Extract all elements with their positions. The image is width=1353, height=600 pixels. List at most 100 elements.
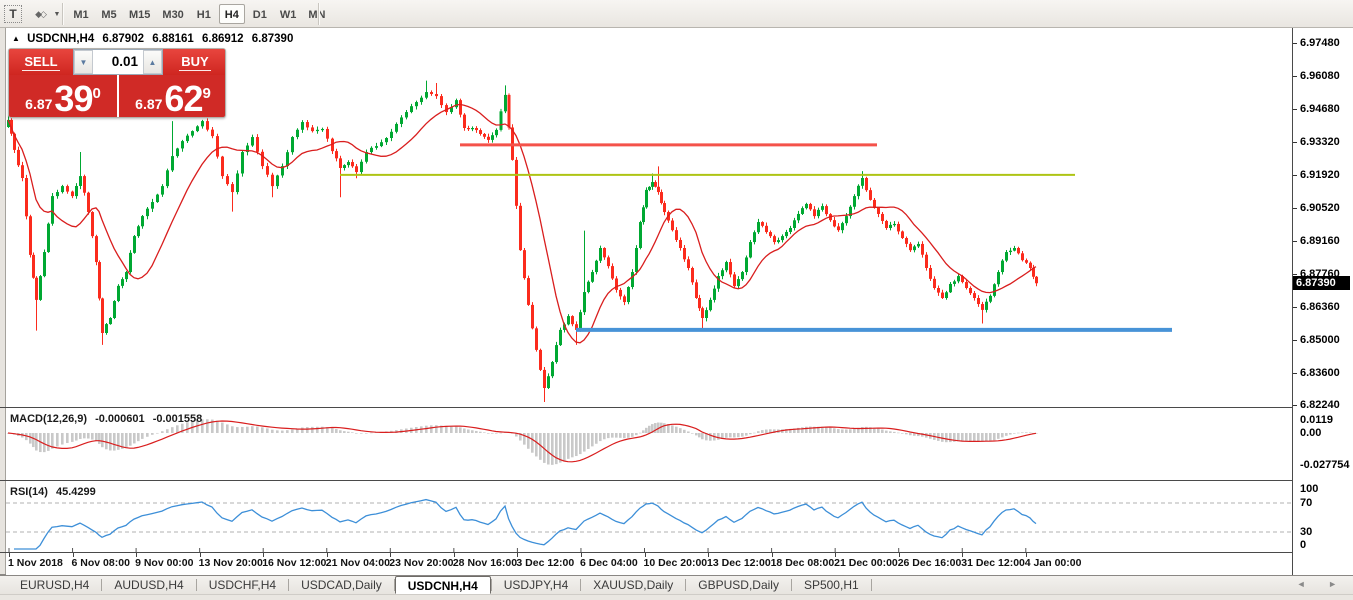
price-tick-mark [1293, 405, 1297, 406]
tool-dropdown-icon[interactable]: ▼ [52, 5, 62, 23]
pane-splitter[interactable] [0, 407, 1353, 408]
tab-usdjpy-h4[interactable]: USDJPY,H4 [492, 576, 580, 594]
tab-usdcad-daily[interactable]: USDCAD,Daily [289, 576, 394, 594]
price-tick-mark [1293, 208, 1297, 209]
text-tool-button[interactable]: T [4, 5, 22, 23]
macd-axis-label: 0.00 [1300, 427, 1321, 439]
timeframe-button-h4[interactable]: H4 [219, 4, 245, 24]
time-tick-label: 10 Dec 20:00 [644, 557, 708, 569]
time-tick-label: 21 Dec 00:00 [834, 557, 898, 569]
volume-decrease-button[interactable]: ▼ [74, 50, 93, 74]
collapse-triangle-icon[interactable]: ▲ [12, 34, 20, 43]
ohlc-low: 6.86912 [202, 33, 244, 45]
rsi-axis-label: 0 [1300, 539, 1306, 551]
time-tick-label: 18 Dec 08:00 [771, 557, 835, 569]
toolbar-separator [62, 3, 64, 25]
timeframe-buttons: M1M5M15M30H1H4D1W1MN [68, 4, 330, 24]
price-tick-mark [1293, 175, 1297, 176]
macd-value-1: -0.000601 [95, 413, 145, 425]
price-tick-mark [1293, 241, 1297, 242]
timeframe-button-m5[interactable]: M5 [96, 4, 122, 24]
price-tick-label: 6.85000 [1300, 334, 1340, 346]
chart-tabs: EURUSD,H4AUDUSD,H4USDCHF,H4USDCAD,DailyU… [0, 575, 1353, 594]
ohlc-close: 6.87390 [252, 33, 294, 45]
sell-button[interactable]: SELL [9, 49, 73, 75]
tab-separator [871, 579, 872, 591]
tab-xauusd-daily[interactable]: XAUUSD,Daily [581, 576, 685, 594]
time-tick-label: 21 Nov 04:00 [326, 557, 390, 569]
time-tick-label: 1 Nov 2018 [8, 557, 63, 569]
volume-increase-button[interactable]: ▲ [143, 50, 162, 74]
time-tick-label: 4 Jan 00:00 [1025, 557, 1082, 569]
timeframe-button-mn[interactable]: MN [303, 4, 330, 24]
sell-price-display[interactable]: 6.87 39 0 [9, 75, 117, 118]
tab-eurusd-h4[interactable]: EURUSD,H4 [8, 576, 101, 594]
price-tick-label: 6.90520 [1300, 202, 1340, 214]
price-tick-label: 6.96080 [1300, 70, 1340, 82]
buy-price-sup: 9 [202, 75, 210, 113]
tab-gbpusd-daily[interactable]: GBPUSD,Daily [686, 576, 791, 594]
price-tick-label: 6.97480 [1300, 37, 1340, 49]
rsi-axis-label: 100 [1300, 483, 1318, 495]
price-tick-mark [1293, 109, 1297, 110]
rsi-pane-canvas[interactable] [6, 482, 1292, 552]
buy-button-label: BUY [179, 54, 210, 71]
mt4-window: T ◆◇ ▼ M1M5M15M30H1H4D1W1MN ▲ USDCNH,H4 … [0, 0, 1353, 600]
time-tick-label: 23 Nov 20:00 [389, 557, 453, 569]
timeframe-button-m30[interactable]: M30 [157, 4, 188, 24]
chart-symbol: USDCNH,H4 [27, 33, 94, 45]
chart-ohlc-header: ▲ USDCNH,H4 6.87902 6.88161 6.86912 6.87… [12, 33, 298, 45]
rsi-label: RSI(14) 45.4299 [10, 486, 101, 498]
time-tick-label: 13 Nov 20:00 [199, 557, 263, 569]
price-tick-mark [1293, 373, 1297, 374]
pane-splitter[interactable] [0, 480, 1353, 481]
price-tick-mark [1293, 76, 1297, 77]
tab-scroll-arrows[interactable]: ◄ ► [1297, 579, 1347, 589]
timeframe-button-h1[interactable]: H1 [191, 4, 217, 24]
price-tick-mark [1293, 274, 1297, 275]
timeframe-button-m15[interactable]: M15 [124, 4, 155, 24]
sell-price-base: 6.87 [25, 93, 52, 115]
rsi-axis-label: 30 [1300, 526, 1312, 538]
crosshair-tool-icon[interactable]: ◆◇ [28, 5, 52, 23]
buy-price-big: 62 [164, 83, 202, 115]
tab-sp500-h1[interactable]: SP500,H1 [792, 576, 871, 594]
time-tick-label: 13 Dec 12:00 [707, 557, 771, 569]
toolbar-separator [318, 3, 320, 25]
buy-price-display[interactable]: 6.87 62 9 [119, 75, 226, 118]
price-tick-label: 6.94680 [1300, 103, 1340, 115]
one-click-trading-widget: SELL ▼ 0.01 ▲ BUY 6.87 39 0 6.87 62 [8, 48, 226, 118]
macd-name: MACD(12,26,9) [10, 413, 87, 425]
time-axis: 1 Nov 20186 Nov 08:009 Nov 00:0013 Nov 2… [6, 553, 1292, 575]
time-tick-label: 16 Nov 12:00 [262, 557, 326, 569]
rsi-name: RSI(14) [10, 486, 48, 498]
macd-axis-label: -0.027754 [1300, 459, 1350, 471]
timeframe-button-w1[interactable]: W1 [275, 4, 302, 24]
rsi-axis-label: 70 [1300, 497, 1312, 509]
sell-price-big: 39 [54, 83, 92, 115]
toolbar: T ◆◇ ▼ M1M5M15M30H1H4D1W1MN [0, 0, 1353, 28]
volume-box: ▼ 0.01 ▲ [73, 49, 163, 75]
price-axis: 6.974806.960806.946806.933206.919206.905… [1293, 28, 1353, 575]
tab-usdcnh-h4[interactable]: USDCNH,H4 [395, 576, 491, 594]
macd-label: MACD(12,26,9) -0.000601 -0.001558 [10, 413, 207, 425]
chart-window: ▲ USDCNH,H4 6.87902 6.88161 6.86912 6.87… [0, 28, 1353, 575]
time-tick-label: 26 Dec 16:00 [898, 557, 962, 569]
tab-audusd-h4[interactable]: AUDUSD,H4 [102, 576, 195, 594]
timeframe-button-m1[interactable]: M1 [68, 4, 94, 24]
price-tick-label: 6.91920 [1300, 169, 1340, 181]
price-tick-mark [1293, 142, 1297, 143]
time-tick-label: 6 Dec 04:00 [580, 557, 638, 569]
price-tick-label: 6.82240 [1300, 399, 1340, 411]
tab-usdchf-h4[interactable]: USDCHF,H4 [197, 576, 288, 594]
macd-value-2: -0.001558 [153, 413, 203, 425]
price-tick-mark [1293, 340, 1297, 341]
price-tick-mark [1293, 307, 1297, 308]
sell-button-label: SELL [22, 54, 59, 71]
time-tick-label: 6 Nov 08:00 [72, 557, 130, 569]
buy-button[interactable]: BUY [163, 49, 226, 75]
timeframe-button-d1[interactable]: D1 [247, 4, 273, 24]
rsi-value: 45.4299 [56, 486, 96, 498]
ohlc-high: 6.88161 [152, 33, 194, 45]
volume-input[interactable]: 0.01 [93, 50, 143, 74]
